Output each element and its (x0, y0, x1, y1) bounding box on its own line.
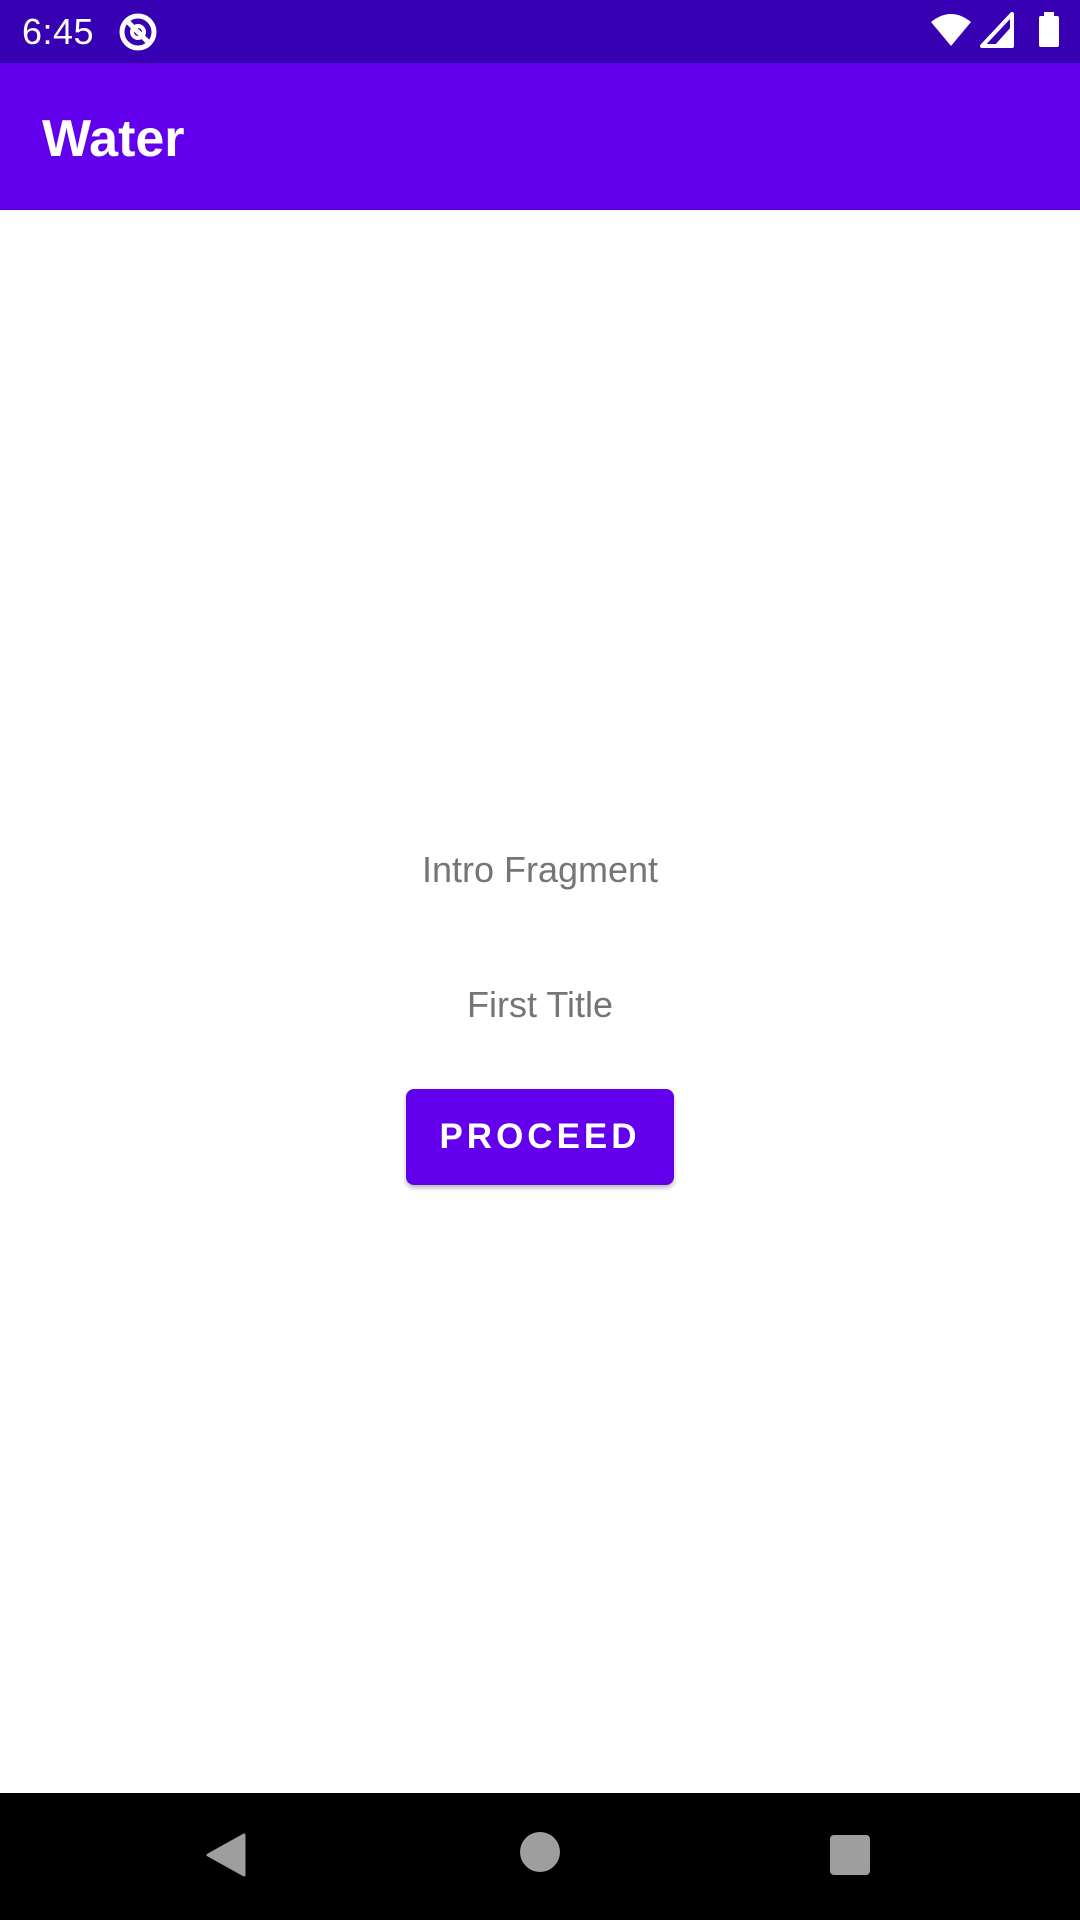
wifi-icon (931, 14, 971, 46)
status-icons (930, 0, 1080, 63)
status-time: 6:45 (22, 11, 95, 52)
app-notification-icon (119, 13, 157, 51)
app-bar: Water (0, 63, 1080, 210)
home-icon[interactable] (520, 1832, 560, 1872)
app-title: Water (42, 110, 185, 168)
cell-signal-icon (980, 12, 1014, 48)
intro-fragment-label: Intro Fragment (421, 849, 659, 890)
battery-icon (1039, 12, 1059, 47)
navigation-bar (0, 1793, 1080, 1920)
back-icon[interactable] (204, 1831, 248, 1879)
fragment-content: Intro Fragment First Title PROCEED (0, 210, 1080, 1793)
proceed-button[interactable]: PROCEED (406, 1089, 674, 1185)
recents-icon[interactable] (830, 1835, 870, 1875)
first-title-label: First Title (466, 984, 613, 1025)
status-bar: 6:45 (0, 0, 1080, 63)
app-screen: 6:45 Water Intro Fragment First Title PR… (0, 0, 1080, 1920)
